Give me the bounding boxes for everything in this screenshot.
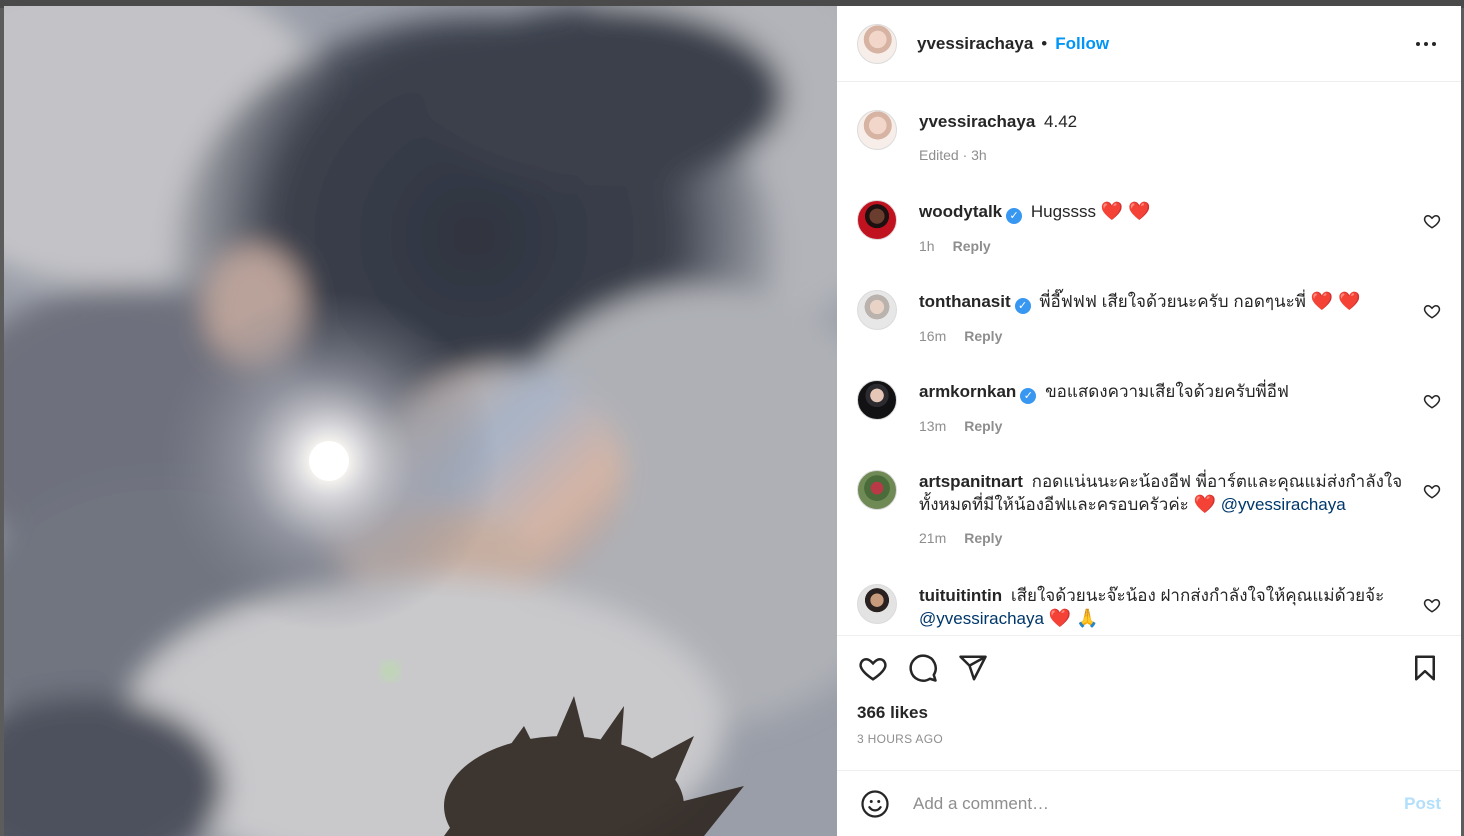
- like-icon[interactable]: [855, 650, 891, 686]
- list-item: tonthanasit ✓ พี่อี๊ฟฟฟ เสียใจด้วยนะครับ …: [857, 290, 1441, 380]
- save-icon[interactable]: [1407, 650, 1443, 686]
- like-icon[interactable]: [1423, 596, 1441, 614]
- comment-username[interactable]: artspanitnart: [919, 472, 1023, 491]
- sky-photo-image: [4, 6, 837, 836]
- like-icon[interactable]: [1423, 302, 1441, 320]
- reply-button[interactable]: Reply: [964, 328, 1002, 344]
- comment-input[interactable]: [913, 793, 1405, 814]
- post-button[interactable]: Post: [1404, 794, 1441, 814]
- like-icon[interactable]: [1423, 392, 1441, 410]
- reply-button[interactable]: Reply: [964, 418, 1002, 434]
- list-item: tuituitintin เสียใจด้วยนะจ๊ะน้อง ฝากส่งก…: [857, 584, 1441, 630]
- post-timestamp: 3 HOURS AGO: [857, 732, 943, 746]
- comment-time: 16m: [919, 328, 947, 344]
- likes-count[interactable]: 366 likes: [837, 699, 1461, 727]
- comment-time: 13m: [919, 418, 947, 434]
- comment-text: Hugssss: [1030, 202, 1097, 221]
- comment-text: เสียใจด้วยนะจ๊ะน้อง ฝากส่งกำลังใจให้คุณแ…: [1010, 586, 1385, 605]
- verified-badge-icon: ✓: [1014, 298, 1031, 314]
- list-item: woodytalk ✓ Hugssss ❤️ ❤️ 1h Reply: [857, 200, 1441, 290]
- comment-time: 21m: [919, 530, 947, 546]
- comment-emoji: ❤️: [1193, 494, 1216, 514]
- list-item: artspanitnart กอดแน่นนะคะน้องอีฟ พี่อาร์…: [857, 470, 1441, 584]
- mention-link[interactable]: @yvessirachaya: [919, 609, 1044, 628]
- comment-username[interactable]: woodytalk: [919, 202, 1002, 221]
- avatar[interactable]: [857, 290, 897, 330]
- avatar[interactable]: [857, 584, 897, 624]
- like-icon[interactable]: [1423, 482, 1441, 500]
- comment-username[interactable]: tonthanasit: [919, 292, 1011, 311]
- post-detail-panel: yvessirachaya • Follow yvessirachaya 4.4…: [837, 6, 1461, 836]
- mention-link[interactable]: @yvessirachaya: [1221, 495, 1346, 514]
- verified-badge-icon: ✓: [1006, 208, 1023, 224]
- caption: yvessirachaya 4.42 Edited · 3h: [857, 110, 1441, 200]
- avatar[interactable]: [857, 110, 897, 150]
- comment-emoji: ❤️ ❤️: [1100, 201, 1151, 221]
- comment-username[interactable]: tuituitintin: [919, 586, 1002, 605]
- share-icon[interactable]: [955, 650, 991, 686]
- comment-icon[interactable]: [905, 650, 941, 686]
- separator-dot: •: [1041, 33, 1048, 53]
- comment-text: พี่อี๊ฟฟฟ เสียใจด้วยนะครับ กอดๆนะพี่: [1039, 292, 1306, 311]
- comment-username[interactable]: armkornkan: [919, 382, 1016, 401]
- follow-button[interactable]: Follow: [1055, 34, 1109, 54]
- comment-time: 1h: [919, 238, 935, 254]
- emoji-icon[interactable]: [857, 786, 893, 822]
- caption-username[interactable]: yvessirachaya: [919, 112, 1035, 131]
- avatar[interactable]: [857, 200, 897, 240]
- more-options-icon[interactable]: [1411, 29, 1441, 59]
- avatar[interactable]: [857, 23, 897, 64]
- like-icon[interactable]: [1423, 212, 1441, 230]
- comment-emoji: ❤️ 🙏: [1048, 608, 1099, 628]
- caption-text: 4.42: [1044, 112, 1078, 131]
- reply-button[interactable]: Reply: [964, 530, 1002, 546]
- comment-composer: Post: [837, 770, 1461, 836]
- author-username[interactable]: yvessirachaya: [917, 34, 1033, 54]
- comment-text: ขอแสดงความเสียใจด้วยครับพี่อีฟ: [1045, 382, 1289, 401]
- avatar[interactable]: [857, 380, 897, 420]
- avatar[interactable]: [857, 470, 897, 510]
- reply-button[interactable]: Reply: [953, 238, 991, 254]
- action-bar: [837, 635, 1461, 699]
- post-photo[interactable]: [4, 6, 837, 836]
- list-item: armkornkan ✓ ขอแสดงความเสียใจด้วยครับพี่อ…: [857, 380, 1441, 470]
- caption-meta: Edited · 3h: [919, 147, 987, 163]
- comment-emoji: ❤️ ❤️: [1310, 291, 1361, 311]
- comments-list[interactable]: yvessirachaya 4.42 Edited · 3h woodytalk…: [837, 82, 1461, 635]
- post-header: yvessirachaya • Follow: [837, 6, 1461, 82]
- verified-badge-icon: ✓: [1020, 388, 1037, 404]
